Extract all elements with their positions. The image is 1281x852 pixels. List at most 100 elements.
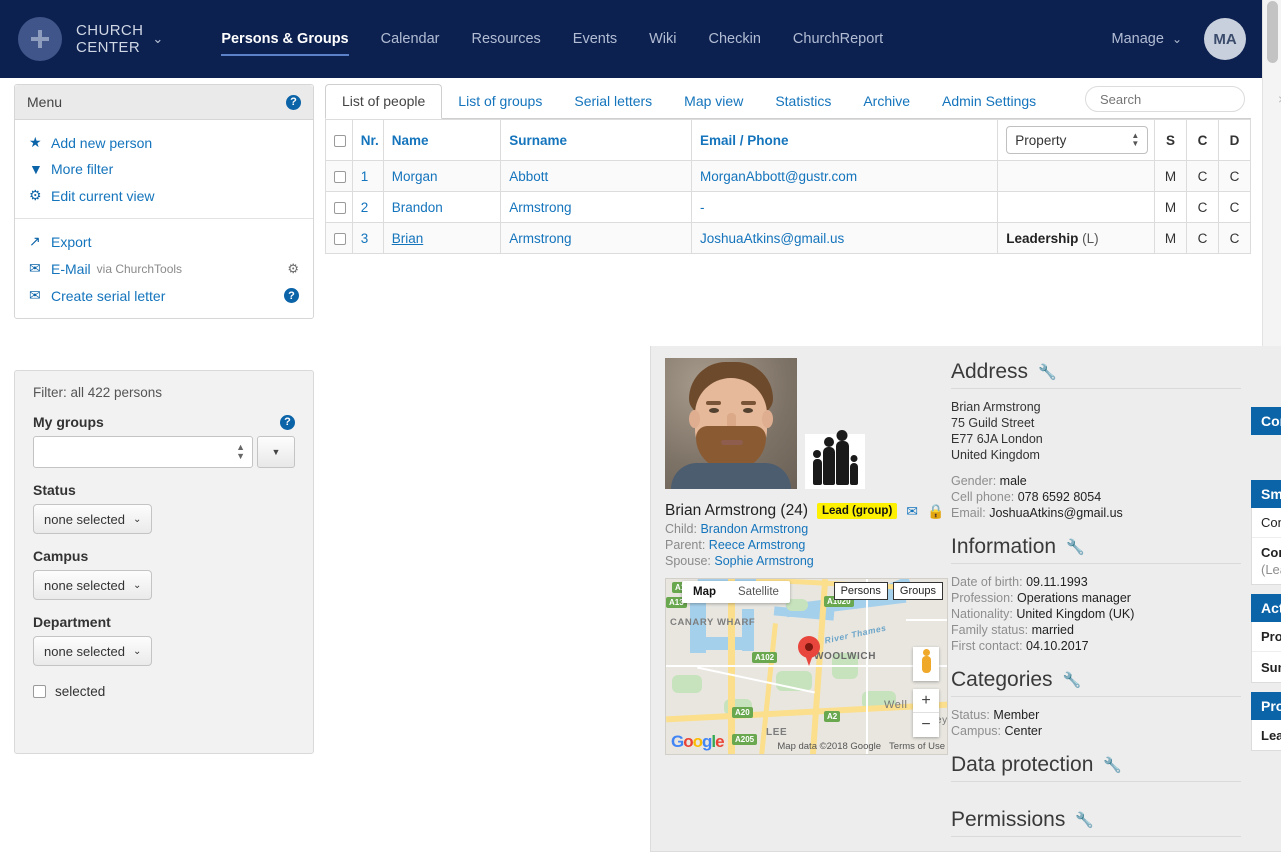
panel-row[interactable]: Connect Group Riverside (Leader)09.10.20… xyxy=(1252,538,1281,584)
panel-row[interactable]: Program (Leader)04.12.2017🔧✖ xyxy=(1252,622,1281,652)
menu-item-create-serial-letter[interactable]: ✉ Create serial letter? xyxy=(15,282,313,309)
selected-checkbox-row[interactable]: selected xyxy=(33,684,295,699)
map-type-satellite[interactable]: Satellite xyxy=(727,581,790,603)
table-row[interactable]: 2 Brandon Armstrong - MCC xyxy=(325,191,1252,223)
nav-item-wiki[interactable]: Wiki xyxy=(633,0,692,78)
panel-row-title: Leadership xyxy=(1261,727,1281,743)
nav-item-resources[interactable]: Resources xyxy=(455,0,556,78)
manage-menu-label[interactable]: Manage xyxy=(1112,31,1164,47)
relation-spouse-link[interactable]: Sophie Armstrong xyxy=(714,554,813,568)
help-icon[interactable]: ? xyxy=(280,414,295,430)
campus-select[interactable]: none selected ⌄ xyxy=(33,570,153,600)
map-widget[interactable]: CANARY WHARF WOOLWICH River Thames LEE W… xyxy=(665,578,948,755)
tab-serial-letters[interactable]: Serial letters xyxy=(558,85,668,118)
nav-item-churchreport[interactable]: ChurchReport xyxy=(777,0,899,78)
map-data-credit: Map data ©2018 Google xyxy=(777,741,882,752)
panel-row[interactable]: Leadership (Leader)04.12.2017🔧✖ xyxy=(1252,720,1281,750)
google-logo-g1: G xyxy=(671,732,684,751)
address-heading: Address 🔧 xyxy=(951,360,1241,389)
tab-archive[interactable]: Archive xyxy=(847,85,926,118)
tab-map-view[interactable]: Map view xyxy=(668,85,759,118)
tab-statistics[interactable]: Statistics xyxy=(759,85,847,118)
selected-checkbox[interactable] xyxy=(33,685,46,698)
my-groups-input[interactable]: ▲ ▼ xyxy=(33,436,253,468)
tab-admin-settings[interactable]: Admin Settings xyxy=(926,85,1052,118)
help-icon[interactable]: ? xyxy=(286,94,301,110)
select-all-checkbox[interactable] xyxy=(334,134,346,147)
cell-name[interactable]: Morgan xyxy=(382,160,502,192)
menu-item-export[interactable]: ↗ Export xyxy=(15,228,313,255)
brand-logo-group[interactable]: CHURCH CENTER ⌄ xyxy=(18,17,163,61)
column-header-nr[interactable]: Nr. xyxy=(351,119,384,161)
spinner-icon[interactable]: ▲ ▼ xyxy=(236,443,245,461)
map-toggle-persons[interactable]: Persons xyxy=(833,582,888,600)
family-icon[interactable] xyxy=(805,434,865,489)
column-header-email-phone[interactable]: Email / Phone xyxy=(691,119,999,161)
chevron-down-icon[interactable]: ⌄ xyxy=(1172,32,1182,46)
map-type-map[interactable]: Map xyxy=(682,581,727,603)
map-type-switcher[interactable]: Map Satellite xyxy=(682,581,790,603)
table-row[interactable]: 1 Morgan Abbott MorganAbbott@gustr.com MCC xyxy=(325,160,1252,192)
information-heading: Information 🔧 xyxy=(951,535,1241,564)
row-checkbox[interactable] xyxy=(334,170,346,183)
map-toggle-groups[interactable]: Groups xyxy=(892,582,943,600)
menu-item-edit-current-view[interactable]: ⚙ Edit current view xyxy=(15,182,313,209)
my-groups-dropdown-button[interactable]: ▼ xyxy=(257,436,295,468)
wrench-icon[interactable]: 🔧 xyxy=(1066,538,1085,556)
cell-email[interactable]: MorganAbbott@gustr.com xyxy=(691,160,999,192)
column-header-surname[interactable]: Surname xyxy=(500,119,693,161)
search-box[interactable]: × xyxy=(1085,86,1281,112)
map-marker-pin[interactable] xyxy=(798,636,820,666)
tab-list-of-people[interactable]: List of people xyxy=(325,84,443,119)
table-row[interactable]: 3 Brian Armstrong JoshuaAtkins@gmail.us Lead… xyxy=(325,222,1252,254)
cell-name[interactable]: Brian xyxy=(382,222,502,254)
cell-surname[interactable]: Armstrong xyxy=(500,222,693,254)
zoom-in-button[interactable]: + xyxy=(913,689,939,713)
map-label-lee: LEE xyxy=(766,727,788,738)
cell-email[interactable]: - xyxy=(691,191,999,223)
cell-email[interactable]: JoshuaAtkins@gmail.us xyxy=(691,222,999,254)
department-select[interactable]: none selected ⌄ xyxy=(33,636,153,666)
pegman-icon[interactable] xyxy=(913,647,939,681)
envelope-icon[interactable]: ✉ xyxy=(906,503,918,520)
row-checkbox[interactable] xyxy=(334,232,346,245)
menu-item-e-mail[interactable]: ✉ E-Mail via ChurchTools ⚙ xyxy=(15,255,313,282)
lock-icon[interactable]: 🔒 xyxy=(927,503,944,520)
gear-icon[interactable]: ⚙ xyxy=(287,261,299,277)
nav-item-persons-groups[interactable]: Persons & Groups xyxy=(205,0,364,78)
avatar[interactable]: MA xyxy=(1204,18,1246,60)
panel-row[interactable]: Connect Group Guild Street25.02.2018🔧✖ xyxy=(1252,508,1281,538)
zoom-out-button[interactable]: − xyxy=(913,713,939,737)
wrench-icon[interactable]: 🔧 xyxy=(1075,811,1094,829)
search-input[interactable] xyxy=(1098,90,1278,108)
column-header-name[interactable]: Name xyxy=(382,119,502,161)
property-select[interactable]: Property ▲ ▼ xyxy=(1006,126,1149,154)
menu-group-actions: ★ Add new person ▼ More filter ⚙ Edit current… xyxy=(15,120,313,218)
column-header-s[interactable]: S xyxy=(1154,119,1187,161)
cell-surname[interactable]: Abbott xyxy=(500,160,693,192)
column-header-c[interactable]: C xyxy=(1185,119,1219,161)
help-icon[interactable]: ? xyxy=(284,288,299,303)
cell-surname[interactable]: Armstrong xyxy=(500,191,693,223)
cell-name[interactable]: Brandon xyxy=(382,191,502,223)
tab-list-of-groups[interactable]: List of groups xyxy=(442,85,558,118)
menu-item-add-new-person[interactable]: ★ Add new person xyxy=(15,129,313,156)
menu-item-more-filter[interactable]: ▼ More filter xyxy=(15,156,313,182)
chevron-down-icon[interactable]: ⌄ xyxy=(152,31,163,47)
nav-item-events[interactable]: Events xyxy=(557,0,633,78)
my-groups-label-text: My groups xyxy=(33,414,104,430)
status-select[interactable]: none selected ⌄ xyxy=(33,504,153,534)
page-scrollbar-thumb[interactable] xyxy=(1267,1,1278,63)
wrench-icon[interactable]: 🔧 xyxy=(1103,756,1122,774)
relation-parent-link[interactable]: Reece Armstrong xyxy=(709,538,806,552)
column-header-d[interactable]: D xyxy=(1217,119,1252,161)
wrench-icon[interactable]: 🔧 xyxy=(1063,671,1082,689)
nav-item-calendar[interactable]: Calendar xyxy=(365,0,456,78)
table-body: 1 Morgan Abbott MorganAbbott@gustr.com MCC2… xyxy=(325,160,1252,254)
nav-item-checkin[interactable]: Checkin xyxy=(693,0,777,78)
relation-child-link[interactable]: Brandon Armstrong xyxy=(700,522,808,536)
map-terms-link[interactable]: Terms of Use xyxy=(889,741,945,752)
panel-row[interactable]: Summer Camp (Co-Leader)25.02.2018🔧✖ xyxy=(1252,652,1281,682)
wrench-icon[interactable]: 🔧 xyxy=(1038,363,1057,381)
row-checkbox[interactable] xyxy=(334,201,346,214)
